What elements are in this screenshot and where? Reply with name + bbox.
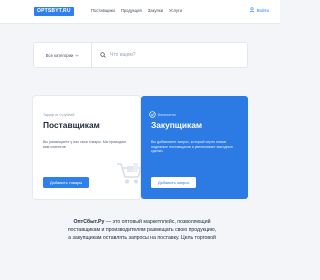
nav-item-products[interactable]: Продукция — [121, 8, 142, 13]
supplier-card: Тариф от 0 рублей Поставщикам Вы размеща… — [33, 96, 142, 199]
search-bar: Все категории — [34, 43, 247, 67]
buyer-card-tag: Бесплатно — [158, 113, 176, 117]
nav-item-purchases[interactable]: Закупки — [148, 8, 163, 13]
site-header: OPTSBYT.RU Поставщики Продукция Закупки … — [0, 0, 280, 24]
cart-icon — [117, 163, 142, 184]
supplier-card-description: Вы размещаете у нас свои товары. Мы прив… — [43, 140, 126, 149]
main-nav: Поставщики Продукция Закупки Услуги — [91, 8, 182, 13]
nav-item-suppliers[interactable]: Поставщики — [91, 8, 115, 13]
login-label: Войти — [256, 7, 269, 13]
about-text: ОптСбыт.Ру — это оптовый маркетплейс, по… — [67, 218, 217, 242]
buyer-card-title: Закупщикам — [151, 120, 203, 130]
badge-icon — [149, 111, 156, 118]
login-link[interactable]: Войти — [249, 7, 269, 13]
buyer-card-description: Вы добавляете запрос, который через новы… — [151, 140, 233, 154]
user-icon — [249, 7, 255, 13]
supplier-card-title: Поставщикам — [43, 120, 100, 130]
category-select-value: Все категории — [45, 52, 74, 58]
supplier-card-tag: Тариф от 0 рублей — [43, 113, 75, 117]
site-logo[interactable]: OPTSBYT.RU — [34, 7, 74, 16]
chevron-down-icon — [75, 54, 79, 57]
category-select[interactable]: Все категории — [34, 43, 92, 67]
about-brand: ОптСбыт.Ру — [73, 219, 105, 225]
buyer-card: Бесплатно Закупщикам Вы добавляете запро… — [141, 96, 248, 199]
nav-item-services[interactable]: Услуги — [169, 8, 182, 13]
search-icon[interactable] — [100, 52, 106, 58]
add-request-button[interactable]: Добавить запрос — [151, 177, 197, 188]
add-products-button[interactable]: Добавить товары — [43, 177, 90, 188]
search-input[interactable] — [110, 52, 240, 58]
